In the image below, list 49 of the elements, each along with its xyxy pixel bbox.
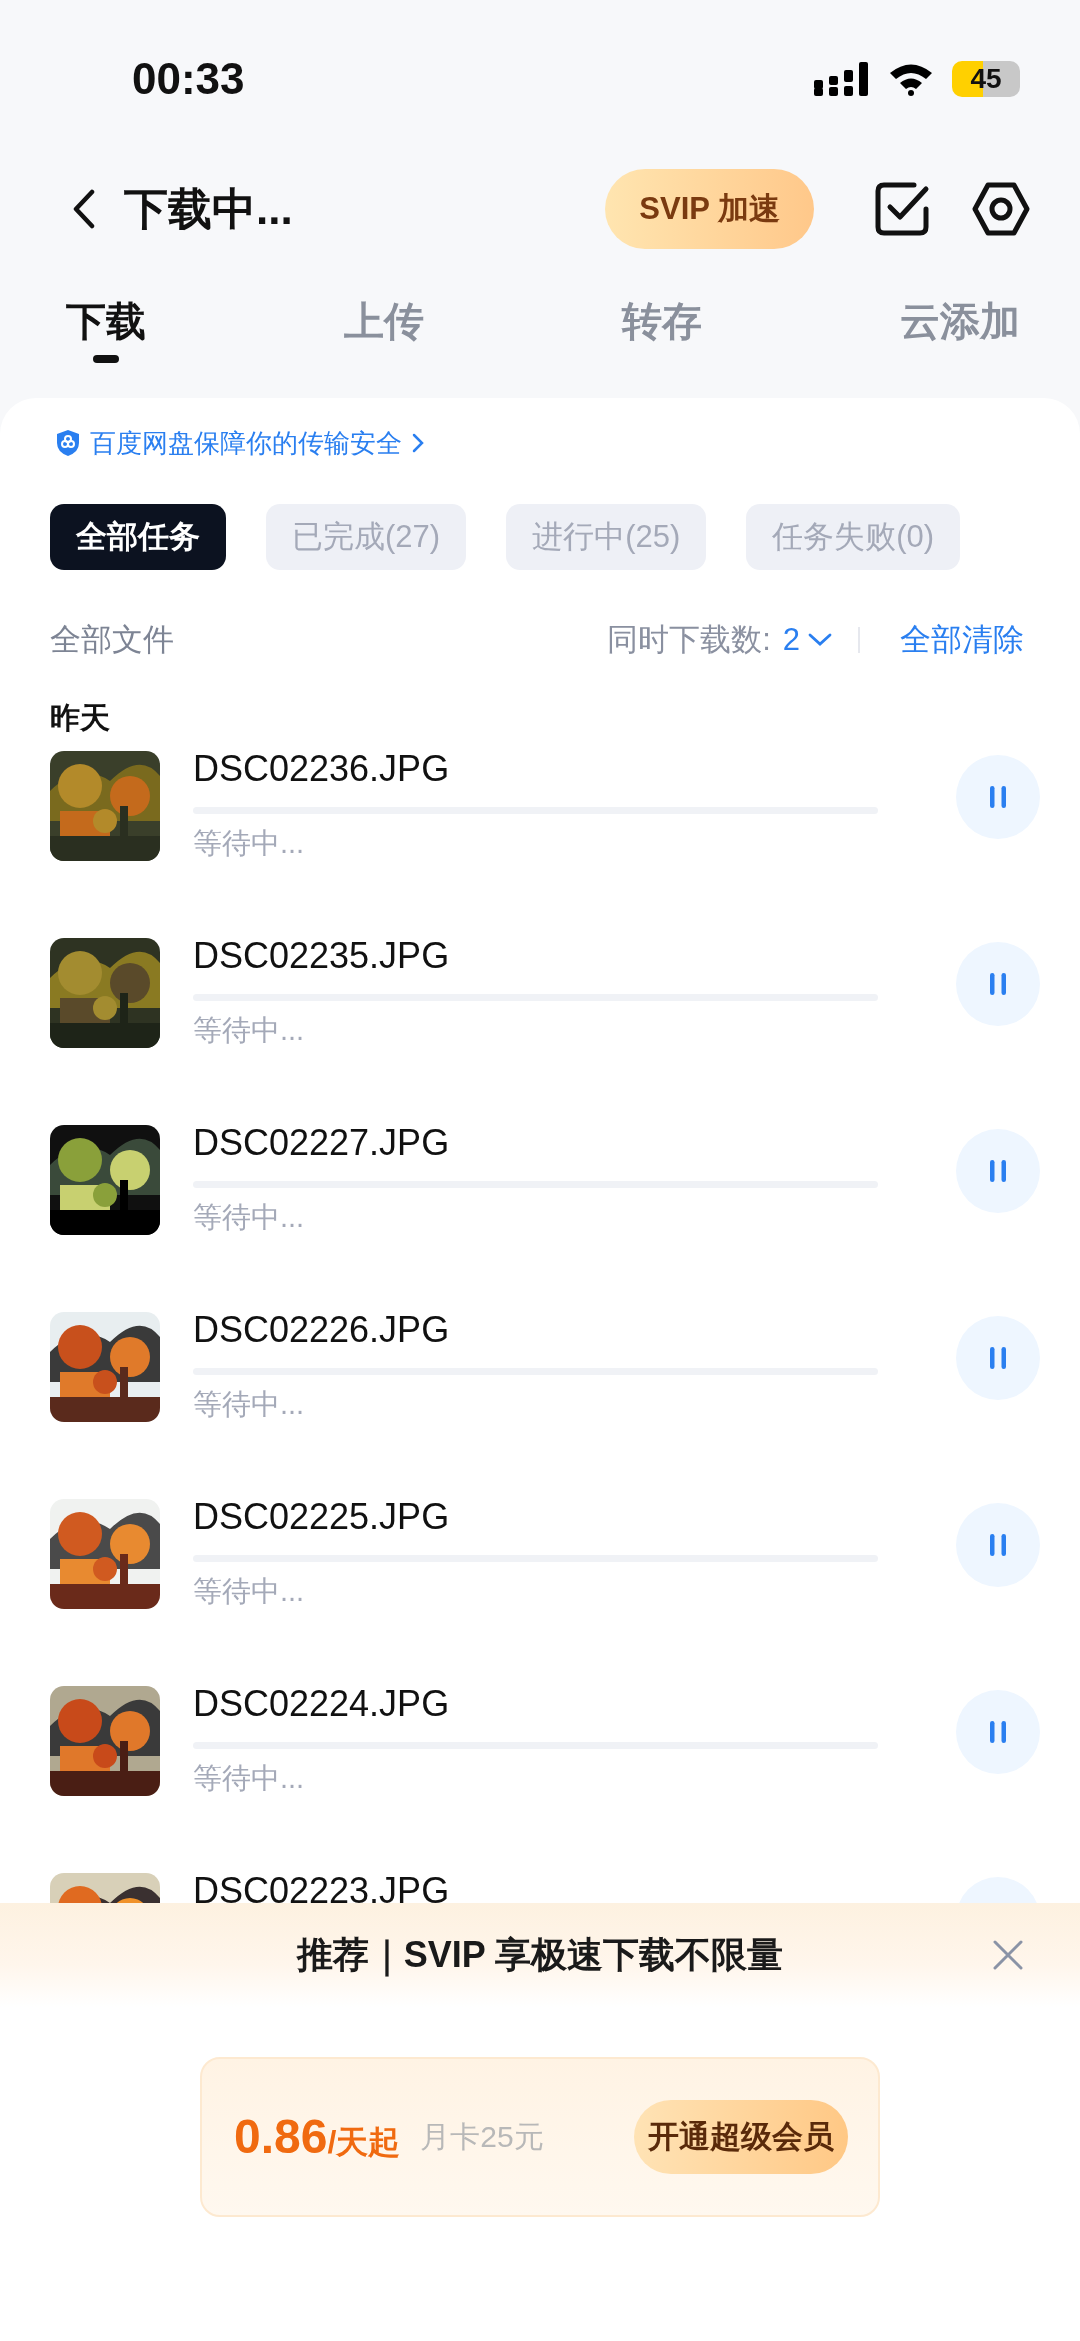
file-status: 等待中... <box>193 1387 306 1422</box>
svip-boost-button[interactable]: SVIP 加速 <box>605 169 814 249</box>
page-title: 下载中... <box>124 182 294 235</box>
chevron-down-icon <box>808 633 832 647</box>
file-name: DSC02223.JPG <box>193 1869 451 1903</box>
transfer-tab[interactable]: 转存 <box>622 294 702 365</box>
pause-icon <box>988 1158 1008 1184</box>
chevron-right-icon <box>412 433 424 453</box>
settings-icon[interactable] <box>972 182 1030 236</box>
filter-chip[interactable]: 进行中(25) <box>506 504 707 570</box>
file-name: DSC02225.JPG <box>193 1495 451 1539</box>
file-status: 等待中... <box>193 1200 306 1235</box>
filter-chip[interactable]: 已完成(27) <box>266 504 467 570</box>
transfer-tab[interactable]: 下载 <box>66 294 146 365</box>
filter-chip[interactable]: 任务失败(0) <box>746 504 961 570</box>
subscribe-button[interactable]: 开通超级会员 <box>634 2100 848 2174</box>
back-icon[interactable] <box>72 189 96 229</box>
transfer-tab[interactable]: 上传 <box>344 294 424 365</box>
price-text: 0.86/天起 <box>234 2109 401 2165</box>
select-checkbox-icon[interactable] <box>874 181 930 237</box>
file-name: DSC02227.JPG <box>193 1121 451 1165</box>
file-name: DSC02226.JPG <box>193 1308 451 1352</box>
signal-icon <box>814 62 870 96</box>
file-status: 等待中... <box>193 1574 306 1609</box>
file-name: DSC02236.JPG <box>193 747 451 791</box>
scope-label: 全部文件 <box>50 621 174 659</box>
file-name: DSC02235.JPG <box>193 934 451 978</box>
wifi-icon <box>888 62 934 96</box>
file-name: DSC02224.JPG <box>193 1682 451 1726</box>
group-label: 昨天 <box>49 700 111 736</box>
pause-icon <box>988 1345 1008 1371</box>
pause-icon <box>988 971 1008 997</box>
pause-icon <box>988 784 1008 810</box>
promo-title: 推荐｜SVIP 享极速下载不限量 <box>296 1932 784 1979</box>
concurrent-dropdown[interactable]: 2 <box>770 622 832 658</box>
pause-icon <box>988 1719 1008 1745</box>
file-status: 等待中... <box>193 826 306 861</box>
filter-chip[interactable]: 全部任务 <box>50 504 226 570</box>
concurrent-label: 同时下载数: <box>607 621 771 659</box>
pause-icon <box>988 1532 1008 1558</box>
clear-all-link[interactable]: 全部清除 <box>900 619 1024 661</box>
security-notice-link[interactable]: 百度网盘保障你的传输安全 <box>90 425 402 461</box>
file-status: 等待中... <box>193 1013 306 1048</box>
monthly-price: 月卡25元 <box>420 2118 544 2155</box>
close-icon[interactable] <box>992 1939 1024 1971</box>
shield-icon <box>56 429 80 457</box>
transfer-tab[interactable]: 云添加 <box>900 294 1020 365</box>
file-status: 等待中... <box>193 1761 306 1796</box>
status-time: 00:33 <box>132 54 245 104</box>
